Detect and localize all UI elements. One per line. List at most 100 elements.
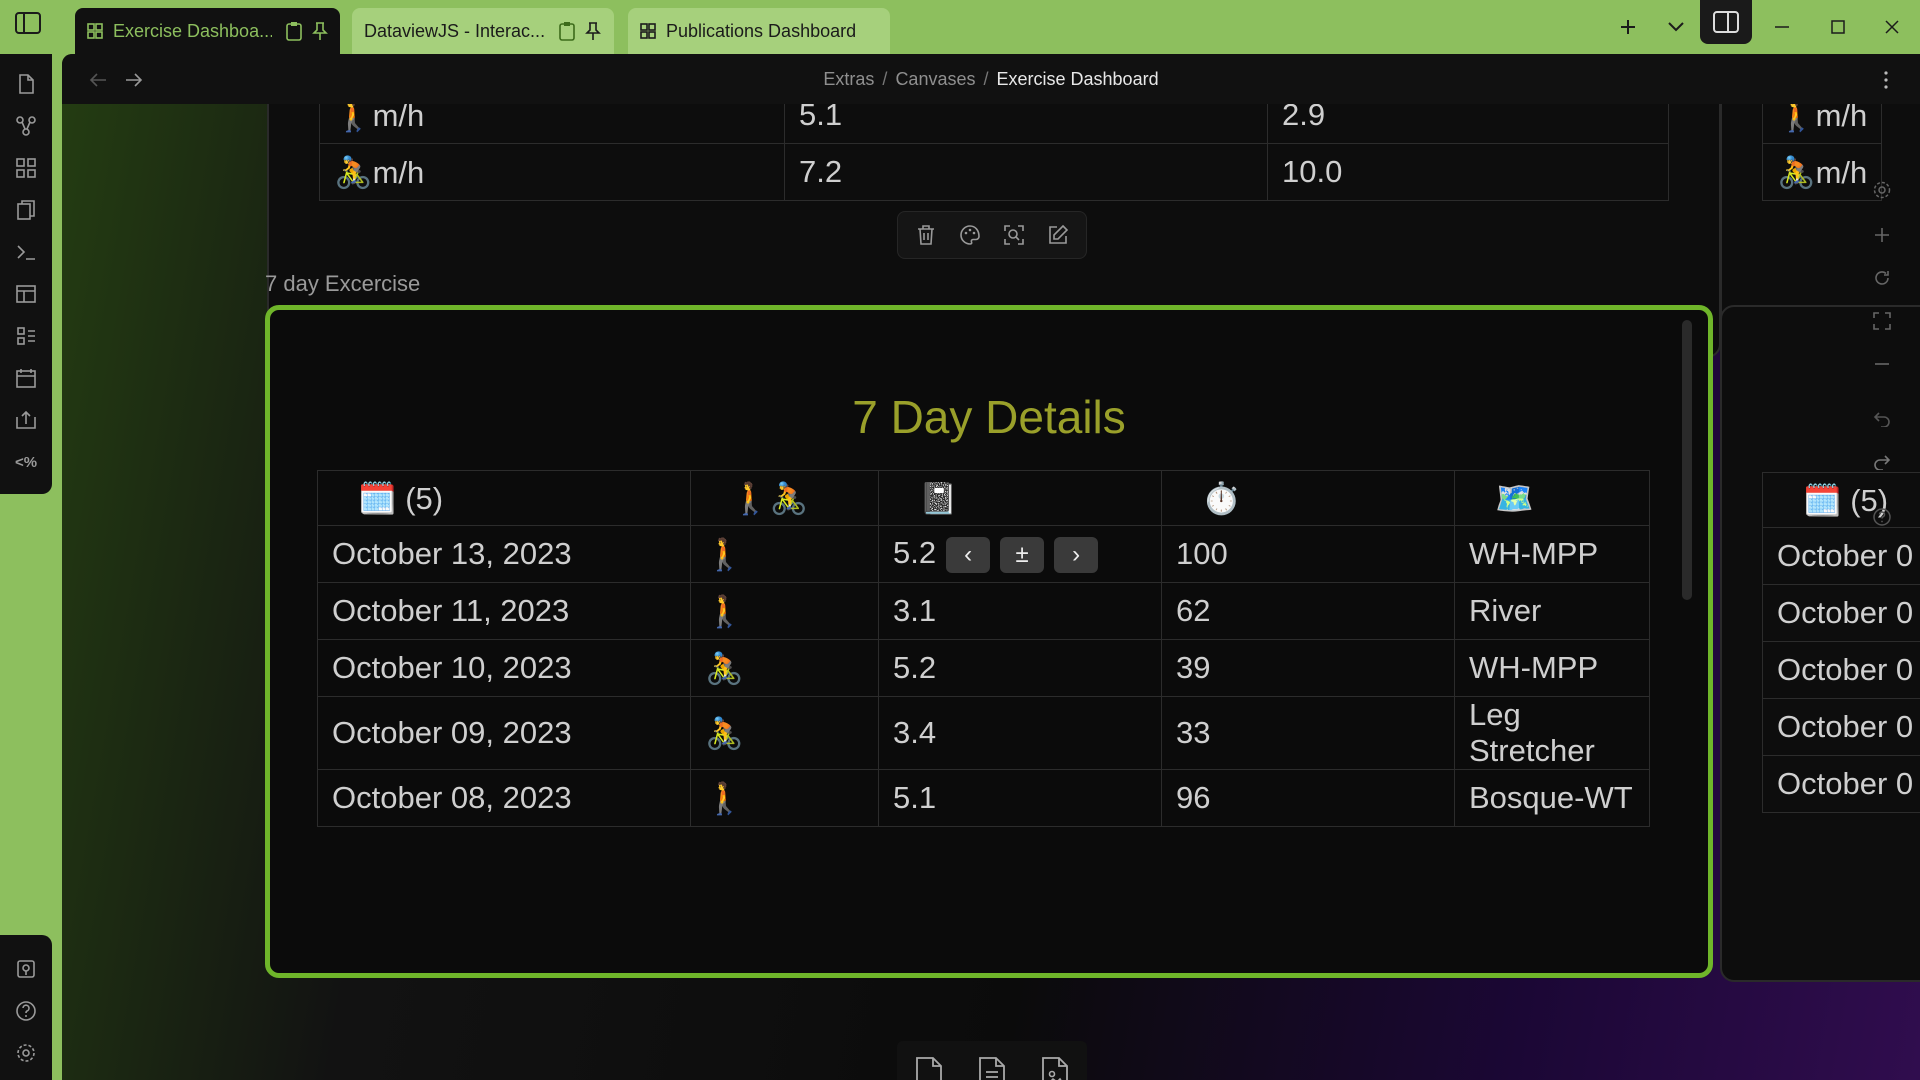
vault-switcher-icon[interactable] [12, 955, 40, 983]
new-tab-icon[interactable] [1608, 10, 1648, 44]
cell-route: WH-MPP [1454, 639, 1650, 697]
redo-icon[interactable] [1866, 446, 1898, 478]
cell-route: WH-MPP [1454, 525, 1650, 583]
clipboard-icon [286, 21, 302, 41]
table-row: October 08, 2023 🚶 5.1 96 Bosque-WT [317, 769, 1650, 827]
pin-icon[interactable] [585, 21, 602, 41]
cell-type: 🚴 [690, 639, 879, 697]
canvas-node-7-day-details[interactable]: 7 Day Details 🗓️ (5) 🚶🚴 📓 ⏱️ 🗺️ October … [265, 305, 1713, 978]
cell-time: 39 [1161, 639, 1455, 697]
tab-list-chevron-down-icon[interactable] [1656, 10, 1696, 44]
minimize-icon[interactable] [1762, 10, 1802, 44]
canvas-view[interactable]: Extras / Canvases / Exercise Dashboard 🚶… [62, 54, 1920, 1080]
graph-view-icon[interactable] [12, 112, 40, 140]
calendar-icon[interactable] [12, 364, 40, 392]
zoom-out-icon[interactable] [1866, 348, 1898, 380]
pin-icon[interactable] [312, 21, 328, 41]
cell-date: October 09, 2023 [317, 696, 691, 770]
canvas-help-icon[interactable] [1866, 501, 1898, 533]
tab-dataviewjs[interactable]: DataviewJS - Interac... [352, 8, 614, 54]
cell-distance: 5.2 ‹ ± › [878, 525, 1162, 583]
stats-cell: 10.0 [1267, 143, 1669, 201]
table-row: 🚶m/h 5.1 2.9 [319, 104, 1669, 144]
add-media-icon[interactable] [1038, 1056, 1072, 1080]
toggle-sign-button[interactable]: ± [1000, 536, 1045, 573]
cell-time: 96 [1161, 769, 1455, 827]
breadcrumb: Extras / Canvases / Exercise Dashboard [62, 54, 1920, 104]
cell-date: October 08, 2023 [317, 769, 691, 827]
undo-icon[interactable] [1866, 403, 1898, 435]
header-date-icon[interactable]: 🗓️ (5) [317, 470, 691, 526]
header-type-icon[interactable]: 🚶🚴 [690, 470, 879, 526]
templater-icon[interactable]: <% [12, 448, 40, 476]
table-row: October 10, 2023 🚴 5.2 39 WH-MPP [317, 639, 1650, 697]
cell-time: 100 [1161, 525, 1455, 583]
add-note-icon[interactable] [975, 1056, 1009, 1080]
cell-date: October 11, 2023 [317, 582, 691, 640]
zoom-to-fit-icon[interactable] [1866, 305, 1898, 337]
cell-date: October 13, 2023 [317, 525, 691, 583]
details-table: 🗓️ (5) 🚶🚴 📓 ⏱️ 🗺️ October 13, 2023 🚶 5.2… [317, 470, 1650, 827]
header-route-icon[interactable]: 🗺️ [1454, 470, 1650, 526]
canvas-icon[interactable] [12, 154, 40, 182]
header-time-icon[interactable]: ⏱️ [1161, 470, 1455, 526]
table-row: October 09, 2023 🚴 3.4 33 Leg Stretcher [317, 696, 1650, 770]
cell-date: October 10, 2023 [317, 639, 691, 697]
dataview-icon[interactable] [12, 322, 40, 350]
cell-type: 🚶 [690, 525, 879, 583]
tab-label: Exercise Dashboa... [113, 20, 272, 41]
cell-date: October 0 [1762, 698, 1920, 756]
cell-type: 🚴 [690, 696, 879, 770]
open-quick-switcher-icon[interactable] [12, 70, 40, 98]
close-icon[interactable] [1872, 10, 1912, 44]
palette-icon[interactable] [953, 218, 987, 252]
breadcrumb-item-canvases[interactable]: Canvases [895, 69, 975, 90]
cell-date: October 0 [1762, 641, 1920, 699]
canvas-settings-gear-icon[interactable] [1866, 174, 1898, 206]
stats-row-label: 🚶m/h [319, 104, 785, 144]
group-label[interactable]: 7 day Excercise [265, 271, 420, 297]
left-sidebar-toggle-icon[interactable] [10, 8, 46, 38]
publish-icon[interactable] [12, 406, 40, 434]
left-ribbon-bottom [0, 935, 52, 1080]
zoom-to-selection-icon[interactable] [997, 218, 1031, 252]
more-options-icon[interactable] [1872, 66, 1900, 94]
reset-zoom-icon[interactable] [1866, 262, 1898, 294]
breadcrumb-item-extras[interactable]: Extras [823, 69, 874, 90]
canvas-controls [1862, 114, 1902, 544]
tab-label: DataviewJS - Interac... [364, 20, 546, 41]
header-distance-icon[interactable]: 📓 [878, 470, 1162, 526]
tab-publications-dashboard[interactable]: Publications Dashboard [628, 8, 890, 54]
trash-icon[interactable] [909, 218, 943, 252]
layout-icon[interactable] [12, 280, 40, 308]
settings-gear-icon[interactable] [12, 1039, 40, 1067]
tab-exercise-dashboard[interactable]: Exercise Dashboa... [75, 8, 340, 54]
stats-cell: 7.2 [784, 143, 1268, 201]
cell-time: 62 [1161, 582, 1455, 640]
tab-label: Publications Dashboard [666, 20, 857, 41]
increment-button[interactable]: › [1054, 536, 1099, 573]
breadcrumb-current[interactable]: Exercise Dashboard [997, 69, 1159, 90]
node-scrollbar[interactable] [1682, 320, 1692, 600]
edit-icon[interactable] [1041, 218, 1075, 252]
right-sidebar-toggle-icon[interactable] [1700, 0, 1752, 44]
canvas-add-bar [897, 1041, 1087, 1080]
stats-row-label: 🚴m/h [319, 143, 785, 201]
decrement-button[interactable]: ‹ [946, 536, 991, 573]
stats-table: 🚶m/h 5.1 2.9 🚴m/h 7.2 10.0 [319, 104, 1669, 201]
maximize-icon[interactable] [1818, 10, 1858, 44]
cell-distance: 3.4 [878, 696, 1162, 770]
templates-icon[interactable] [12, 196, 40, 224]
table-row: 🚴m/h 7.2 10.0 [319, 143, 1669, 201]
canvas-surface[interactable]: 🚶m/h 5.1 2.9 🚴m/h 7.2 10.0 🚶m/h 🚴m/h 7 d… [62, 104, 1920, 1080]
cell-date: October 0 [1762, 755, 1920, 813]
zoom-in-icon[interactable] [1866, 219, 1898, 251]
table-header-row: 🗓️ (5) 🚶🚴 📓 ⏱️ 🗺️ [317, 470, 1650, 526]
breadcrumb-separator: / [983, 68, 989, 89]
terminal-icon[interactable] [12, 238, 40, 266]
cell-distance: 3.1 [878, 582, 1162, 640]
dashboard-icon [87, 23, 103, 39]
add-card-icon[interactable] [912, 1056, 946, 1080]
cell-time: 33 [1161, 696, 1455, 770]
help-icon[interactable] [12, 997, 40, 1025]
